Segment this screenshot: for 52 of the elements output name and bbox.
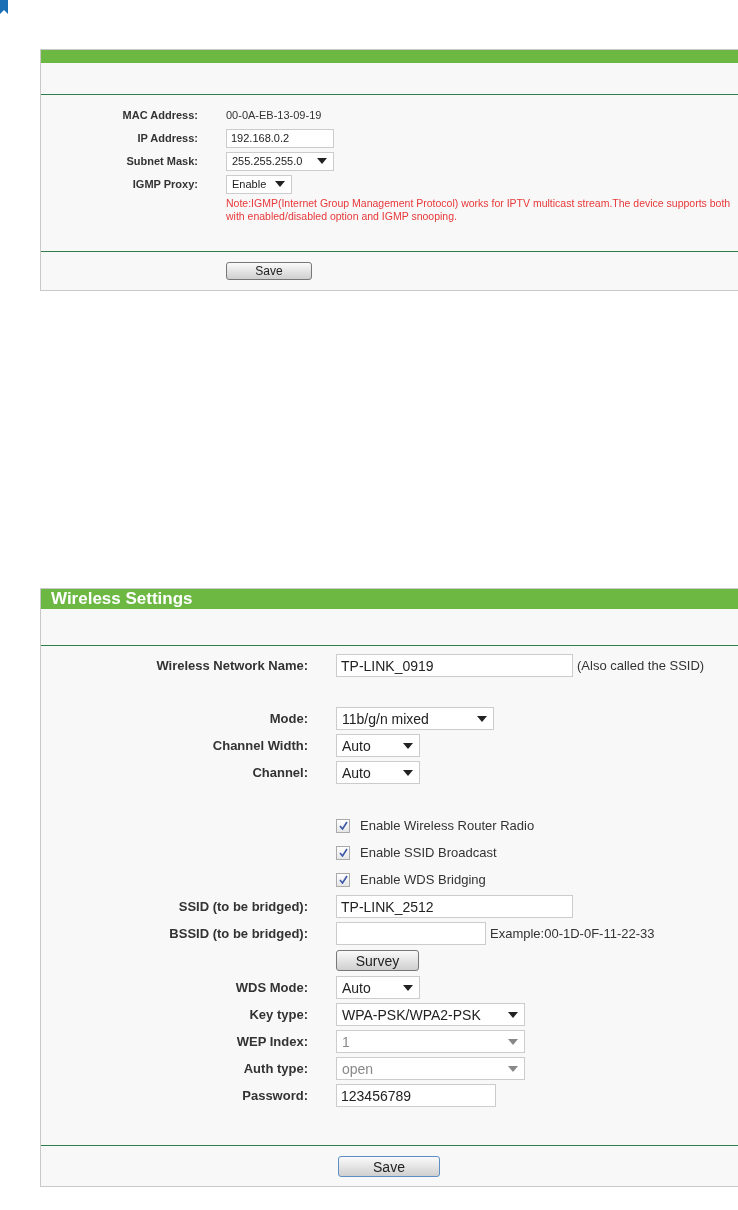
checkbox[interactable] xyxy=(336,872,350,887)
field-label: BSSID (to be bridged): xyxy=(168,926,308,941)
bookmark-icon xyxy=(0,0,8,14)
dropdown[interactable]: Auto xyxy=(336,734,420,757)
dropdown[interactable]: Auto xyxy=(336,761,420,784)
checkbox-label: Enable Wireless Router Radio xyxy=(360,818,535,833)
field-label: SSID (to be bridged): xyxy=(177,899,308,914)
dropdown-caret-icon xyxy=(317,158,327,164)
dropdown[interactable]: Auto xyxy=(336,976,420,999)
field-label: Password: xyxy=(241,1088,308,1103)
dropdown-caret-icon xyxy=(508,1065,518,1072)
field-label: IGMP Proxy: xyxy=(131,178,198,190)
checkbox-label: Enable SSID Broadcast xyxy=(360,845,497,860)
dropdown-caret-icon xyxy=(275,181,285,187)
field-label: Key type: xyxy=(248,1007,308,1022)
checkbox[interactable] xyxy=(336,818,350,833)
note-text: with enabled/disabled option and IGMP snooping. xyxy=(226,210,458,223)
dropdown[interactable]: WPA-PSK/WPA2-PSK xyxy=(336,1003,525,1026)
dropdown-caret-icon xyxy=(403,742,413,749)
dropdown[interactable]: 11b/g/n mixed xyxy=(336,707,494,730)
input-field[interactable]: TP-LINK_2512 xyxy=(336,895,573,918)
field-value: 00-0A-EB-13-09-19 xyxy=(226,109,322,121)
checkbox[interactable] xyxy=(336,845,350,860)
survey-button[interactable]: Survey xyxy=(336,950,419,971)
save-button[interactable]: Save xyxy=(226,262,312,280)
dropdown-caret-icon xyxy=(403,769,413,776)
field-label: Channel: xyxy=(251,765,308,780)
input-field[interactable]: 123456789 xyxy=(336,1084,496,1107)
field-label: WEP Index: xyxy=(235,1034,308,1049)
dropdown-caret-icon xyxy=(508,1011,518,1018)
field-label: Channel Width: xyxy=(211,738,308,753)
input-field[interactable] xyxy=(336,922,486,945)
field-label: Wireless Network Name: xyxy=(155,658,308,673)
field-label: Subnet Mask: xyxy=(125,155,198,167)
note-text: Note:IGMP(Internet Group Management Protocol) works for IPTV multicast stream.The device supports both xyxy=(226,197,731,210)
field-hint: Example:00-1D-0F-11-22-33 xyxy=(490,926,655,941)
field-label: Auth type: xyxy=(242,1061,308,1076)
field-label: Mode: xyxy=(268,711,308,726)
field-label: MAC Address: xyxy=(121,109,198,121)
field-label: IP Address: xyxy=(136,132,198,144)
dropdown[interactable]: Enable xyxy=(226,174,292,194)
field-label: WDS Mode: xyxy=(234,980,308,995)
input-field[interactable]: 192.168.0.2 xyxy=(226,128,334,148)
dropdown-caret-icon xyxy=(477,715,487,722)
panel-title: Wireless Settings xyxy=(41,589,738,609)
save-button[interactable]: Save xyxy=(338,1156,440,1177)
field-hint: (Also called the SSID) xyxy=(577,658,705,673)
checkbox-label: Enable WDS Bridging xyxy=(360,872,486,887)
dropdown-caret-icon xyxy=(403,984,413,991)
input-field[interactable]: TP-LINK_0919 xyxy=(336,654,573,677)
dropdown-caret-icon xyxy=(508,1038,518,1045)
dropdown[interactable]: 255.255.255.0 xyxy=(226,151,334,171)
